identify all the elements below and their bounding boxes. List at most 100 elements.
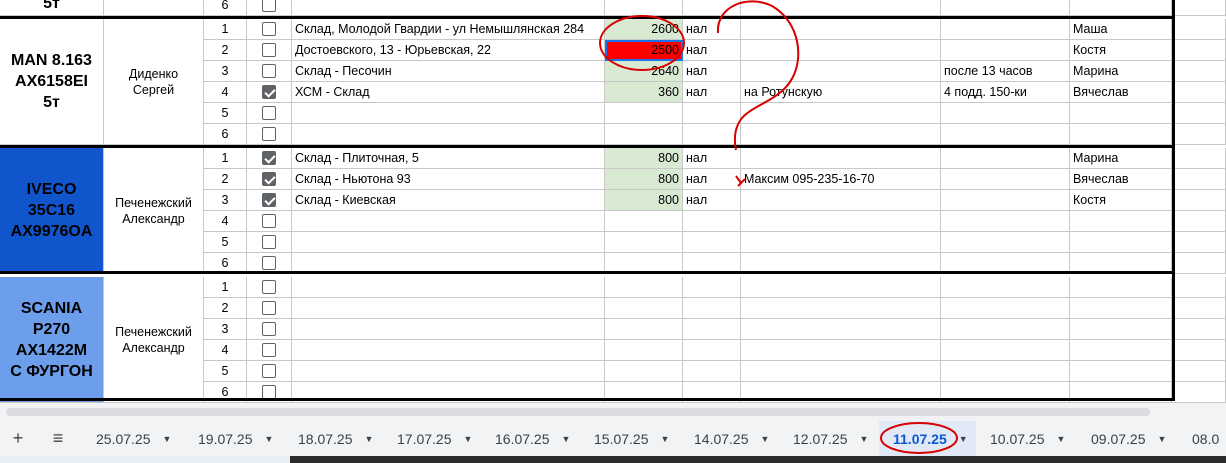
cell-extra[interactable]: [1172, 124, 1226, 145]
row-number[interactable]: 2: [204, 169, 247, 190]
cell-extra[interactable]: [1172, 382, 1226, 403]
checkbox-checked[interactable]: [262, 193, 276, 207]
checkbox-cell[interactable]: [247, 82, 292, 103]
chevron-down-icon[interactable]: ▼: [1158, 434, 1167, 444]
vehicle-cell[interactable]: SCANIA P270 AX1422M С ФУРГОН: [0, 277, 104, 403]
payment-cell[interactable]: [683, 124, 741, 145]
person-cell[interactable]: [1070, 277, 1172, 298]
sheet-tab[interactable]: 09.07.25 ▼: [1077, 421, 1178, 456]
payment-cell[interactable]: нал: [683, 19, 741, 40]
cell-extra[interactable]: [1172, 253, 1226, 274]
cell-extra[interactable]: [1172, 103, 1226, 124]
checkbox[interactable]: [262, 322, 276, 336]
checkbox[interactable]: [262, 235, 276, 249]
time-cell[interactable]: 4 подд. 150-ки: [941, 82, 1070, 103]
chevron-down-icon[interactable]: ▼: [464, 434, 473, 444]
checkbox[interactable]: [262, 127, 276, 141]
sheet-tab[interactable]: 08.0: [1178, 421, 1226, 456]
vehicle-cell[interactable]: 5т: [0, 0, 104, 16]
checkbox-cell[interactable]: [247, 211, 292, 232]
time-cell[interactable]: [941, 103, 1070, 124]
person-cell[interactable]: Марина: [1070, 148, 1172, 169]
person-cell[interactable]: [1070, 211, 1172, 232]
checkbox[interactable]: [262, 214, 276, 228]
cell-extra[interactable]: [1172, 232, 1226, 253]
person-cell[interactable]: Вячеслав: [1070, 169, 1172, 190]
person-cell[interactable]: [1070, 298, 1172, 319]
cell-extra[interactable]: [1172, 40, 1226, 61]
price-cell[interactable]: 800: [605, 148, 683, 169]
cell-extra[interactable]: [1172, 148, 1226, 169]
checkbox-cell[interactable]: [247, 190, 292, 211]
checkbox-cell[interactable]: [247, 340, 292, 361]
all-sheets-menu-icon[interactable]: ≡: [44, 421, 72, 456]
cell-extra[interactable]: [1172, 169, 1226, 190]
note-cell[interactable]: [741, 211, 941, 232]
note-cell[interactable]: [741, 340, 941, 361]
chevron-down-icon[interactable]: ▼: [761, 434, 770, 444]
time-cell[interactable]: [941, 298, 1070, 319]
person-cell[interactable]: [1070, 361, 1172, 382]
driver-cell[interactable]: [104, 0, 204, 16]
chevron-down-icon[interactable]: ▼: [661, 434, 670, 444]
time-cell[interactable]: [941, 148, 1070, 169]
note-cell[interactable]: [741, 148, 941, 169]
checkbox-cell[interactable]: [247, 319, 292, 340]
time-cell[interactable]: после 13 часов: [941, 61, 1070, 82]
payment-cell[interactable]: [683, 277, 741, 298]
cell-extra[interactable]: [1172, 319, 1226, 340]
row-number[interactable]: 1: [204, 19, 247, 40]
sheet-tab[interactable]: 17.07.25 ▼: [383, 421, 481, 456]
note-cell[interactable]: Максим 095-235-16-70: [741, 169, 941, 190]
time-cell[interactable]: [941, 340, 1070, 361]
driver-cell[interactable]: Печенежский Александр: [104, 148, 204, 274]
sheet-tab[interactable]: 15.07.25 ▼: [580, 421, 680, 456]
horizontal-scrollbar[interactable]: [0, 403, 1226, 421]
cell-extra[interactable]: [1172, 211, 1226, 232]
sheet-tab[interactable]: 10.07.25 ▼: [976, 421, 1077, 456]
cell-pay[interactable]: [683, 0, 741, 16]
payment-cell[interactable]: [683, 340, 741, 361]
time-cell[interactable]: [941, 361, 1070, 382]
checkbox-cell[interactable]: [247, 40, 292, 61]
row-number[interactable]: 3: [204, 190, 247, 211]
address-cell[interactable]: Склад - Киевская: [292, 190, 605, 211]
row-number[interactable]: 3: [204, 319, 247, 340]
chevron-down-icon[interactable]: ▼: [860, 434, 869, 444]
payment-cell[interactable]: [683, 103, 741, 124]
address-cell[interactable]: [292, 340, 605, 361]
sheet-tab-active[interactable]: 11.07.25 ▼: [879, 421, 976, 456]
checkbox-cell[interactable]: [247, 148, 292, 169]
time-cell[interactable]: [941, 211, 1070, 232]
address-cell[interactable]: [292, 124, 605, 145]
row-number[interactable]: 6: [204, 0, 247, 16]
row-number[interactable]: 6: [204, 124, 247, 145]
cell-addr[interactable]: [292, 0, 605, 16]
note-cell[interactable]: [741, 19, 941, 40]
price-cell[interactable]: [605, 103, 683, 124]
chevron-down-icon[interactable]: ▼: [265, 434, 274, 444]
checkbox-checked[interactable]: [262, 85, 276, 99]
checkbox[interactable]: [262, 364, 276, 378]
price-cell[interactable]: 2640: [605, 61, 683, 82]
payment-cell[interactable]: нал: [683, 169, 741, 190]
time-cell[interactable]: [941, 19, 1070, 40]
checkbox-cell[interactable]: [247, 361, 292, 382]
price-cell[interactable]: 2600: [605, 19, 683, 40]
payment-cell[interactable]: [683, 319, 741, 340]
address-cell[interactable]: [292, 211, 605, 232]
address-cell[interactable]: [292, 103, 605, 124]
person-cell[interactable]: [1070, 124, 1172, 145]
sheet-tab[interactable]: 18.07.25 ▼: [284, 421, 383, 456]
cell-extra[interactable]: [1172, 298, 1226, 319]
checkbox[interactable]: [262, 280, 276, 294]
cell-note[interactable]: [741, 0, 941, 16]
price-cell[interactable]: [605, 124, 683, 145]
note-cell[interactable]: [741, 61, 941, 82]
person-cell[interactable]: Костя: [1070, 190, 1172, 211]
cell-extra[interactable]: [1172, 61, 1226, 82]
checkbox[interactable]: [262, 256, 276, 270]
address-cell[interactable]: [292, 361, 605, 382]
row-number[interactable]: 1: [204, 148, 247, 169]
checkbox-cell[interactable]: [247, 232, 292, 253]
